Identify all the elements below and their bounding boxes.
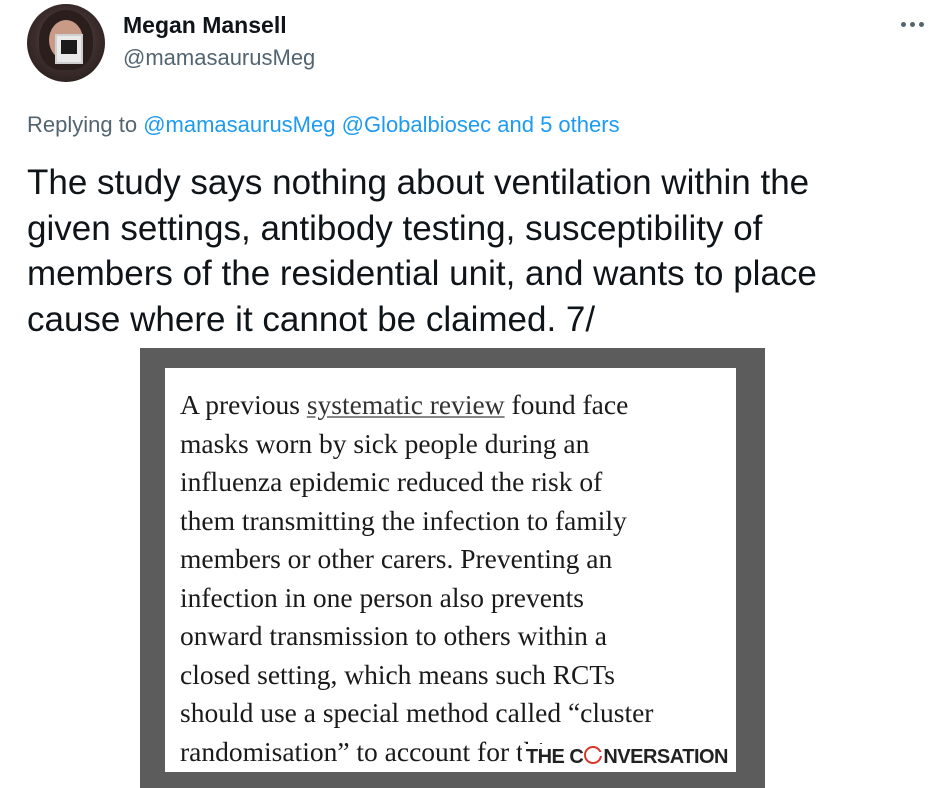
mention-others-link[interactable]: and 5 others bbox=[497, 112, 619, 137]
author-display-name[interactable]: Megan Mansell bbox=[123, 12, 287, 39]
reply-context: Replying to @mamasaurusMeg @Globalbiosec… bbox=[27, 112, 620, 138]
quote-excerpt-card: A previous systematic review found face … bbox=[165, 368, 736, 772]
quote-line: A previous systematic review found face bbox=[180, 386, 725, 425]
the-conversation-logo: THE C NVERSATION bbox=[521, 744, 730, 770]
quote-line: members or other carers. Preventing an bbox=[180, 543, 613, 574]
avatar-held-card bbox=[55, 34, 83, 64]
quote-line: masks worn by sick people during an bbox=[180, 427, 590, 459]
logo-text-start: THE C bbox=[525, 746, 584, 768]
tweet-text-line: given settings, antibody testing, suscep… bbox=[27, 208, 763, 248]
quote-excerpt-text: A previous systematic review found face … bbox=[180, 386, 725, 771]
logo-text-end: NVERSATION bbox=[603, 746, 728, 768]
tweet: Megan Mansell @mamasaurusMeg Replying to… bbox=[0, 0, 940, 788]
author-handle[interactable]: @mamasaurusMeg bbox=[123, 45, 315, 71]
quote-line: onward transmission to others within a bbox=[180, 620, 607, 651]
logo-o-icon bbox=[584, 746, 604, 764]
quote-line: should use a special method called “clus… bbox=[180, 697, 654, 728]
mention-globalbiosec[interactable]: @Globalbiosec bbox=[342, 112, 492, 137]
more-horizontal-icon bbox=[900, 21, 924, 27]
tweet-text: The study says nothing about ventilation… bbox=[27, 160, 927, 342]
quote-line: closed setting, which means such RCTs bbox=[180, 658, 615, 690]
quote-line: influenza epidemic reduced the risk of bbox=[180, 466, 603, 497]
tweet-text-line: The study says nothing about ventilation… bbox=[27, 163, 810, 202]
mention-mamasaurusmeg[interactable]: @mamasaurusMeg bbox=[143, 112, 335, 137]
systematic-review-link: systematic review bbox=[306, 389, 505, 420]
tweet-text-line: cause where it cannot be claimed. 7/ bbox=[27, 299, 596, 339]
reply-prefix: Replying to bbox=[27, 112, 144, 137]
tweet-text-line: members of the residential unit, and wan… bbox=[27, 254, 817, 293]
quote-line: them transmitting the infection to famil… bbox=[180, 504, 627, 536]
tweet-media-image[interactable]: A previous systematic review found face … bbox=[140, 348, 765, 788]
quote-line-end: found face bbox=[504, 389, 629, 420]
avatar[interactable] bbox=[27, 4, 105, 82]
quote-line-start: A previous bbox=[180, 389, 307, 420]
quote-line: infection in one person also prevents bbox=[180, 581, 584, 613]
more-options-button[interactable] bbox=[892, 8, 932, 40]
